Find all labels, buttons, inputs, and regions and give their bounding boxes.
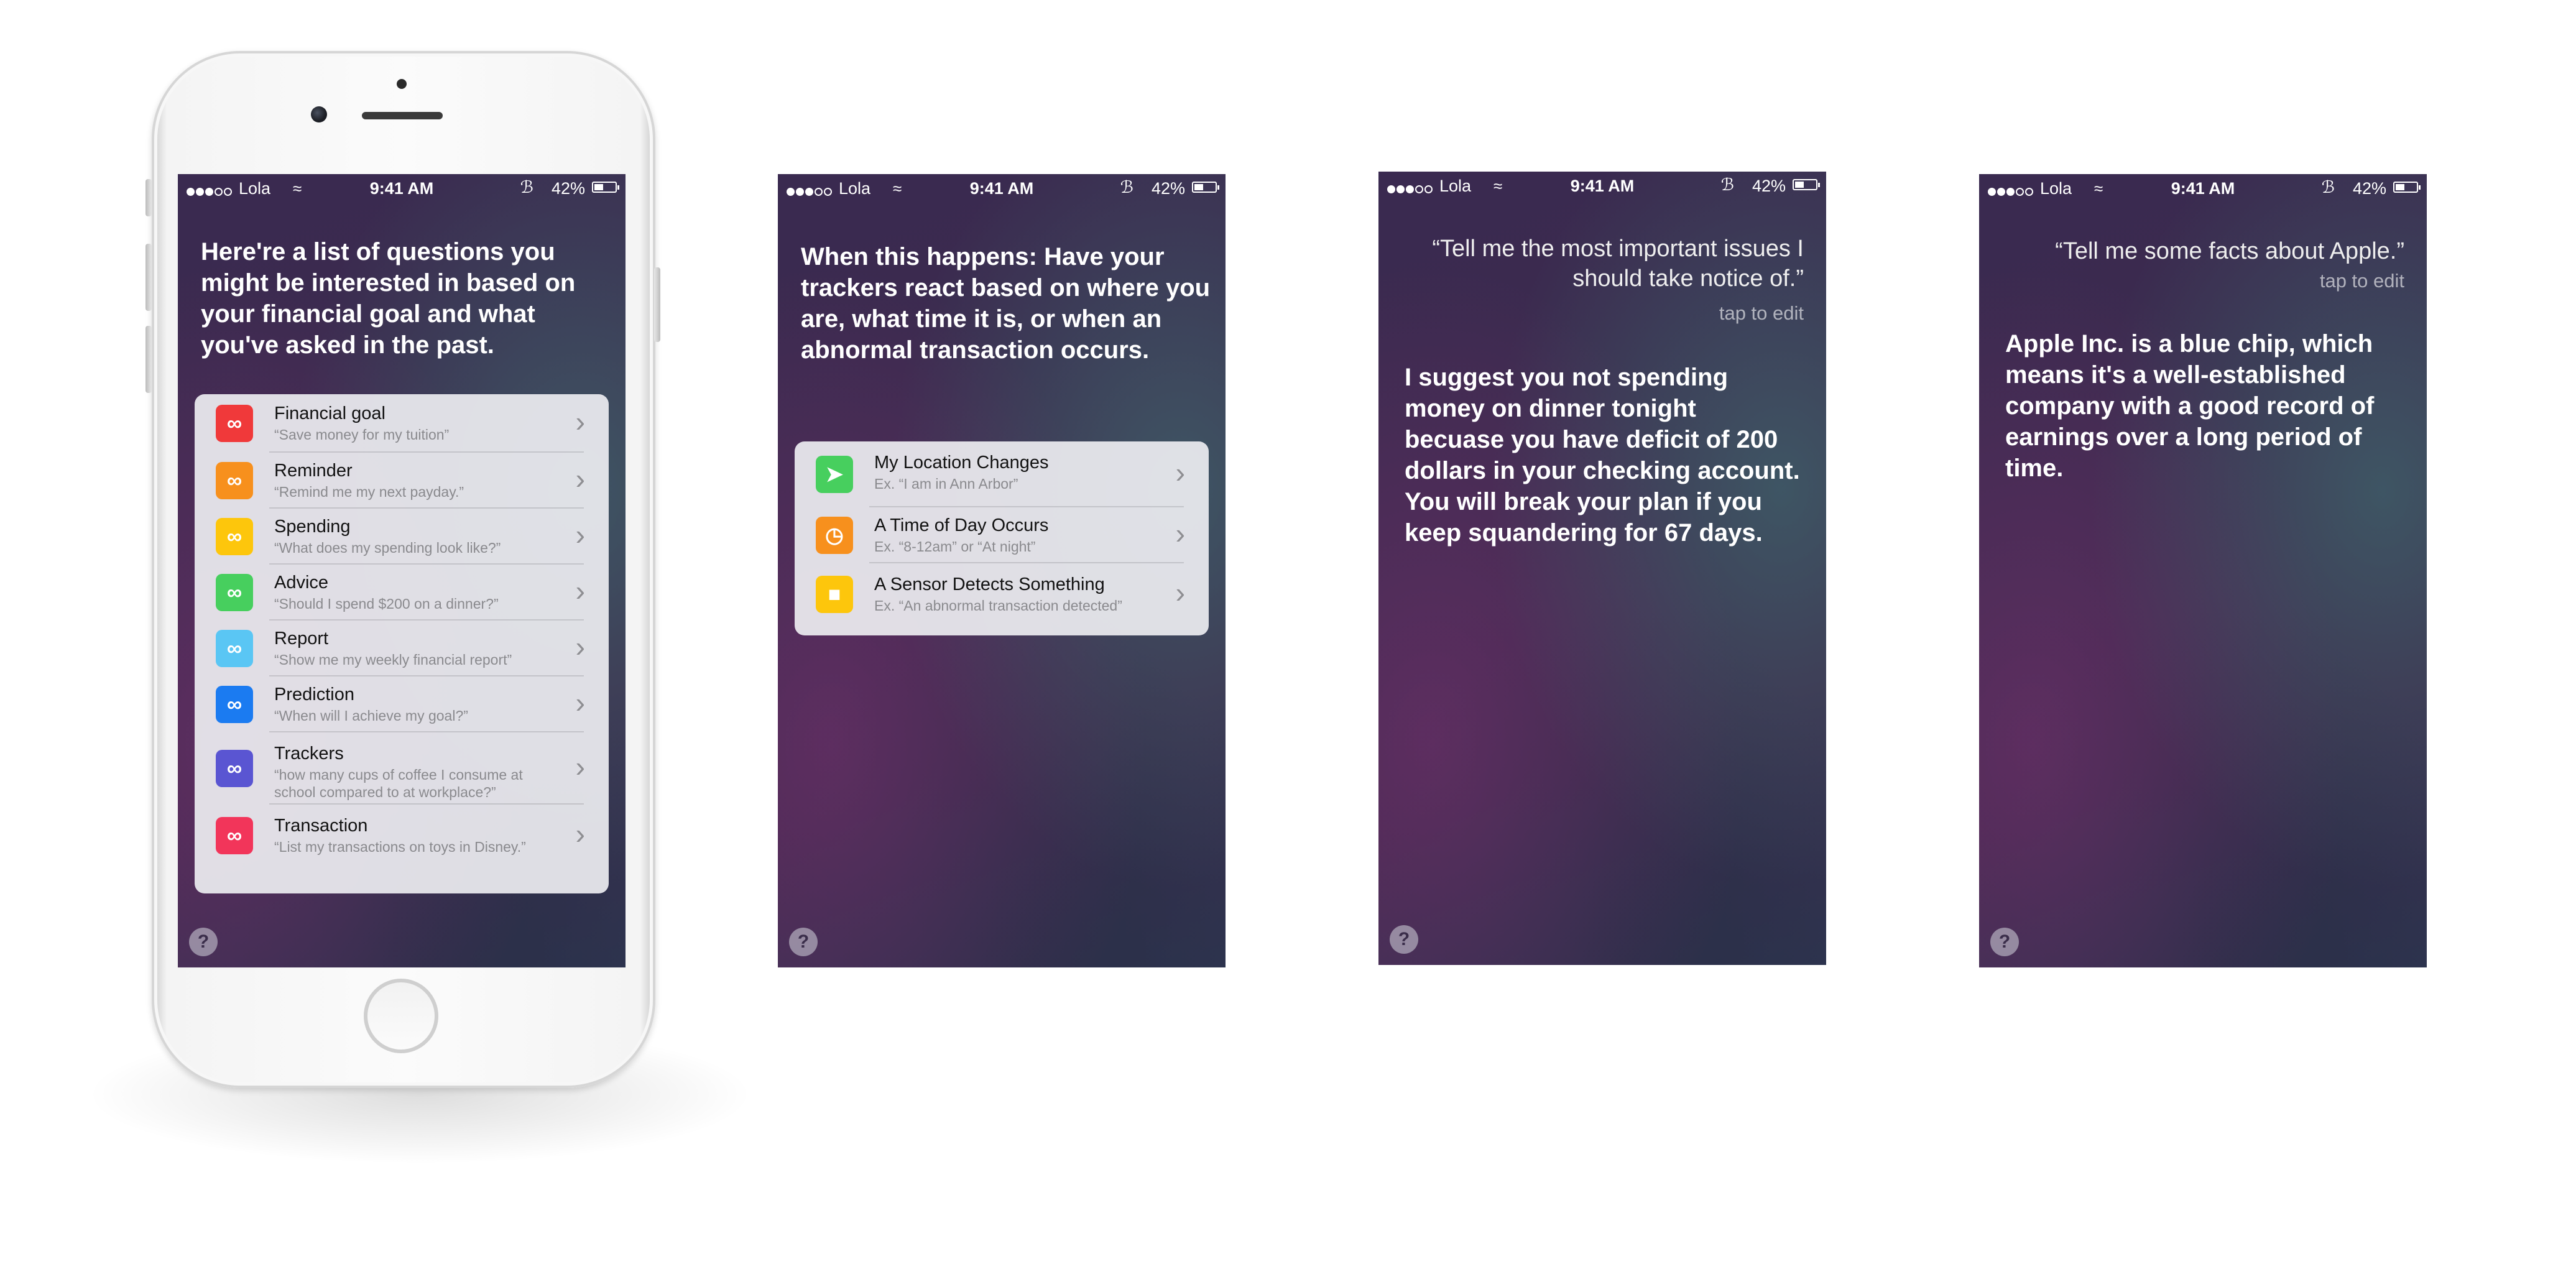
chevron-right-icon: › bbox=[575, 818, 585, 850]
list-item-subtitle: “Should I spend $200 on a dinner?” bbox=[274, 596, 499, 612]
list-item-subtitle: “List my transactions on toys in Disney.… bbox=[274, 839, 526, 855]
chevron-right-icon: › bbox=[1175, 456, 1185, 489]
link-icon: ∞ bbox=[216, 574, 253, 611]
sensor-icon: ■ bbox=[816, 576, 853, 613]
link-icon: ∞ bbox=[216, 518, 253, 555]
list-item[interactable]: ∞ Transaction “List my transactions on toy… bbox=[195, 805, 609, 867]
list-item-subtitle: Ex. “8-12am” or “At night” bbox=[874, 538, 1036, 555]
battery-icon bbox=[1192, 182, 1219, 193]
list-item[interactable]: ■ A Sensor Detects Something Ex. “An abnor… bbox=[795, 563, 1209, 625]
list-item-title: A Sensor Detects Something bbox=[874, 575, 1105, 594]
link-icon: ∞ bbox=[216, 817, 253, 854]
list-item-title: Spending bbox=[274, 517, 351, 537]
siri-response-text: When this happens: Have your trackers re… bbox=[801, 243, 1211, 364]
list-item-subtitle: Ex. “I am in Ann Arbor” bbox=[874, 476, 1018, 492]
volume-down-button bbox=[145, 326, 152, 393]
list-item-title: Report bbox=[274, 629, 329, 648]
bluetooth-icon: ℬ bbox=[1120, 178, 1133, 196]
front-camera bbox=[311, 106, 327, 122]
bluetooth-icon: ℬ bbox=[1720, 175, 1734, 194]
battery-percentage: 42% bbox=[2352, 179, 2386, 198]
link-icon: ∞ bbox=[216, 462, 253, 499]
list-item[interactable]: ∞ Advice “Should I spend $200 on a dinner?… bbox=[195, 565, 609, 621]
status-bar: Lola ≈ 9:41 AM ℬ 42% bbox=[778, 174, 1226, 201]
siri-response-text: Here're a list of questions you might be… bbox=[201, 238, 576, 359]
list-item-title: Prediction bbox=[274, 685, 354, 704]
earpiece-speaker bbox=[362, 112, 443, 119]
list-item[interactable]: ∞ Report “Show me my weekly financial repo… bbox=[195, 621, 609, 676]
mute-switch bbox=[145, 179, 152, 216]
list-item[interactable]: ∞ Prediction “When will I achieve my goal?… bbox=[195, 676, 609, 732]
list-item-title: My Location Changes bbox=[874, 453, 1049, 473]
help-button[interactable]: ? bbox=[189, 928, 218, 956]
help-button[interactable]: ? bbox=[789, 928, 818, 956]
list-item[interactable]: ∞ Reminder “Remind me my next payday.” › bbox=[195, 453, 609, 509]
chevron-right-icon: › bbox=[575, 519, 585, 551]
triggers-card: ➤ My Location Changes Ex. “I am in Ann Arb… bbox=[795, 441, 1209, 635]
chevron-right-icon: › bbox=[575, 463, 585, 495]
list-item-title: Transaction bbox=[274, 816, 368, 836]
battery-percentage: 42% bbox=[1151, 179, 1185, 198]
help-button[interactable]: ? bbox=[1990, 928, 2019, 956]
list-item-title: Financial goal bbox=[274, 404, 385, 423]
bluetooth-icon: ℬ bbox=[520, 178, 533, 196]
list-item-title: Trackers bbox=[274, 744, 344, 764]
siri-response-text: Apple Inc. is a blue chip, which means i… bbox=[2005, 330, 2375, 482]
siri-screen-facts: Lola ≈ 9:41 AM ℬ 42% “Tell me some facts… bbox=[1979, 174, 2427, 967]
list-item-subtitle: “When will I achieve my goal?” bbox=[274, 708, 468, 724]
chevron-right-icon: › bbox=[1175, 517, 1185, 550]
siri-screen-advice: Lola ≈ 9:41 AM ℬ 42% “Tell me the most i… bbox=[1378, 172, 1826, 965]
chevron-right-icon: › bbox=[1175, 576, 1185, 609]
list-item[interactable]: ∞ Spending “What does my spending look lik… bbox=[195, 509, 609, 565]
list-item-title: Advice bbox=[274, 573, 329, 593]
list-item-subtitle: Ex. “An abnormal transaction detected” bbox=[874, 598, 1122, 614]
link-icon: ∞ bbox=[216, 750, 253, 787]
link-icon: ∞ bbox=[216, 630, 253, 667]
list-item[interactable]: ➤ My Location Changes Ex. “I am in Ann Arb… bbox=[795, 441, 1209, 507]
status-bar: Lola ≈ 9:41 AM ℬ 42% bbox=[1979, 174, 2427, 201]
chevron-right-icon: › bbox=[575, 575, 585, 607]
list-item[interactable]: ◷ A Time of Day Occurs Ex. “8-12am” or “At… bbox=[795, 507, 1209, 563]
list-item-subtitle: “What does my spending look like?” bbox=[274, 540, 501, 556]
battery-icon bbox=[592, 182, 619, 193]
help-button[interactable]: ? bbox=[1390, 925, 1418, 954]
list-item[interactable]: ∞ Financial goal “Save money for my tuitio… bbox=[195, 394, 609, 453]
list-item[interactable]: ∞ Trackers “how many cups of coffee I cons… bbox=[195, 732, 609, 805]
list-item-title: Reminder bbox=[274, 461, 353, 481]
home-button[interactable] bbox=[364, 979, 438, 1053]
chevron-right-icon: › bbox=[575, 686, 585, 719]
list-item-subtitle: “Show me my weekly financial report” bbox=[274, 652, 512, 668]
siri-screen-triggers: Lola ≈ 9:41 AM ℬ 42% When this happens: … bbox=[778, 174, 1226, 967]
battery-percentage: 42% bbox=[1752, 177, 1786, 195]
status-bar: Lola ≈ 9:41 AM ℬ 42% bbox=[1378, 172, 1826, 199]
proximity-sensor bbox=[397, 79, 407, 89]
siri-screen-questions: Lola ≈ 9:41 AM ℬ 42% Here're a list of q… bbox=[178, 174, 626, 967]
bluetooth-icon: ℬ bbox=[2321, 178, 2335, 196]
status-bar: Lola ≈ 9:41 AM ℬ 42% bbox=[178, 174, 626, 201]
location-arrow-icon: ➤ bbox=[816, 456, 853, 493]
list-item-subtitle: “how many cups of coffee I consume at sc… bbox=[274, 767, 523, 800]
link-icon: ∞ bbox=[216, 405, 253, 442]
chevron-right-icon: › bbox=[575, 405, 585, 438]
suggestions-card: ∞ Financial goal “Save money for my tuitio… bbox=[195, 394, 609, 893]
clock-icon: ◷ bbox=[816, 517, 853, 554]
volume-up-button bbox=[145, 244, 152, 311]
chevron-right-icon: › bbox=[575, 750, 585, 783]
user-query-text[interactable]: “Tell me some facts about Apple.” bbox=[1982, 236, 2404, 266]
user-query-text[interactable]: “Tell me the most important issues I sho… bbox=[1381, 234, 1804, 293]
battery-icon bbox=[1793, 179, 1820, 190]
link-icon: ∞ bbox=[216, 686, 253, 723]
siri-response-text: I suggest you not spending money on dinn… bbox=[1405, 364, 1800, 547]
tap-to-edit-link[interactable]: tap to edit bbox=[2320, 270, 2404, 292]
tap-to-edit-link[interactable]: tap to edit bbox=[1719, 302, 1804, 325]
list-item-subtitle: “Save money for my tuition” bbox=[274, 427, 450, 443]
list-item-title: A Time of Day Occurs bbox=[874, 515, 1049, 535]
battery-percentage: 42% bbox=[551, 179, 585, 198]
battery-icon bbox=[2393, 182, 2421, 193]
list-item-subtitle: “Remind me my next payday.” bbox=[274, 484, 464, 500]
power-button bbox=[654, 267, 660, 342]
chevron-right-icon: › bbox=[575, 630, 585, 663]
